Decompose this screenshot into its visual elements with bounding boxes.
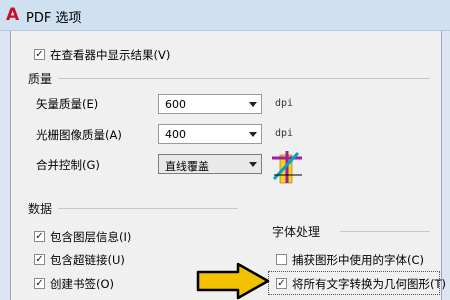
raster-quality-label: 光栅图像质量(A) (36, 128, 122, 142)
vector-quality-select[interactable]: 600 (158, 94, 262, 114)
create-bookmarks-checkbox[interactable]: ✓ (34, 278, 45, 289)
vector-quality-label: 矢量质量(E) (36, 97, 99, 111)
raster-quality-unit: dpi (275, 128, 294, 139)
autocad-logo-icon: A (6, 5, 20, 25)
capture-fonts-label: 捕获图形中使用的字体(C) (292, 253, 425, 267)
window-title: PDF 选项 (26, 11, 82, 26)
create-bookmarks-label: 创建书签(O) (50, 277, 115, 291)
quality-group-divider (58, 78, 430, 79)
include-layers-checkbox[interactable]: ✓ (34, 231, 45, 242)
raster-quality-value: 400 (165, 128, 186, 141)
font-group-title: 字体处理 (272, 225, 321, 239)
include-hyperlinks-label: 包含超链接(U) (50, 253, 125, 267)
data-group-title: 数据 (28, 202, 53, 216)
chevron-down-icon (249, 102, 257, 107)
include-layers-label: 包含图层信息(I) (50, 230, 132, 244)
convert-text-checkbox[interactable]: ✓ (276, 278, 287, 289)
vector-quality-value: 600 (165, 98, 186, 111)
raster-quality-select[interactable]: 400 (158, 124, 262, 144)
merge-control-label: 合并控制(G) (36, 158, 100, 172)
merge-control-select[interactable]: 直线覆盖 (158, 154, 262, 174)
capture-fonts-checkbox[interactable] (276, 254, 287, 265)
pointer-arrow-icon (196, 262, 270, 300)
quality-group-title: 质量 (28, 72, 53, 86)
display-results-label: 在查看器中显示结果(V) (50, 48, 171, 62)
include-hyperlinks-checkbox[interactable]: ✓ (34, 254, 45, 265)
chevron-down-icon (249, 132, 257, 137)
convert-text-label: 将所有文字转换为几何图形(T) (292, 277, 446, 291)
data-group-divider (58, 208, 238, 209)
merge-control-value: 直线覆盖 (165, 160, 209, 173)
display-results-checkbox[interactable]: ✓ (34, 49, 45, 60)
merge-preview-icon (272, 151, 302, 184)
font-group-divider (340, 231, 430, 232)
vector-quality-unit: dpi (275, 98, 294, 109)
chevron-down-icon (249, 162, 257, 167)
